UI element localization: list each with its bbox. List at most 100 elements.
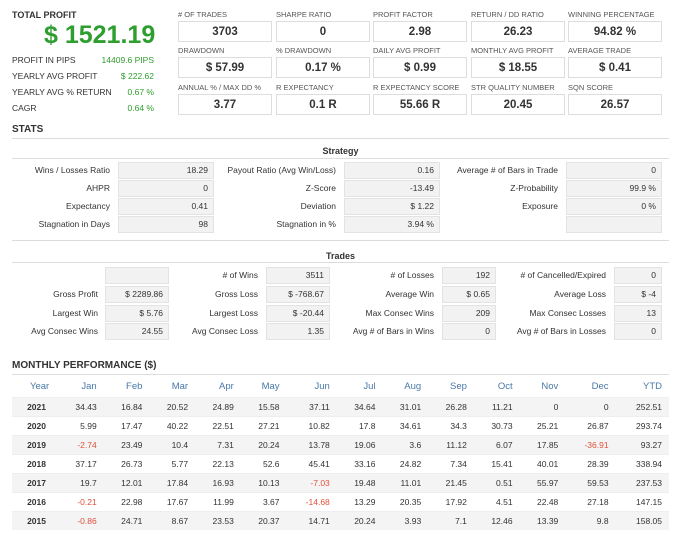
table-cell: 12.01 — [103, 472, 150, 492]
metric-label: AVERAGE TRADE — [568, 46, 632, 55]
metric-label: WINNING PERCENTAGE — [568, 10, 655, 19]
stat-value: 3.94 % — [344, 216, 440, 233]
col-header: Jun — [314, 381, 330, 393]
table-cell: 0 — [565, 396, 616, 416]
metric-value: $ 0.99 — [373, 57, 467, 78]
table-cell: 17.92 — [428, 491, 474, 511]
table-cell: 16.84 — [103, 396, 150, 416]
table-cell: 0.51 — [473, 472, 520, 492]
metric-label: ANNUAL % / MAX DD % — [178, 83, 262, 92]
metric-label: STR QUALITY NUMBER — [471, 83, 555, 92]
table-cell: 25.21 — [519, 415, 566, 435]
stat-label: Expectancy — [66, 201, 110, 211]
table-cell: 37.11 — [286, 396, 337, 416]
table-cell: 158.05 — [615, 510, 669, 530]
table-cell: 20.24 — [240, 434, 287, 454]
trade-value: 0 — [614, 267, 662, 284]
table-cell: 0 — [519, 396, 566, 416]
trade-value: 13 — [614, 305, 662, 322]
metric-value: 3.77 — [178, 94, 272, 115]
trade-label: Max Consec Wins — [365, 308, 435, 318]
table-cell: 13.78 — [286, 434, 337, 454]
table-row: 2019 -2.74 23.49 10.4 7.31 20.24 13.78 19.06 3.6… — [12, 434, 669, 454]
summary-row-value: $ 222.62 — [120, 71, 154, 81]
metric-value: 0 — [276, 21, 370, 42]
metric-value: $ 57.99 — [178, 57, 272, 78]
table-cell: 147.15 — [615, 491, 669, 511]
metric-value: 0.17 % — [276, 57, 370, 78]
table-cell: 26.87 — [565, 415, 616, 435]
table-cell: 37.17 — [58, 453, 104, 473]
table-cell: 20.52 — [149, 396, 196, 416]
table-cell: 293.74 — [615, 415, 669, 435]
stat-value: 99.9 % — [566, 180, 662, 197]
table-cell: 34.43 — [58, 396, 104, 416]
trade-value: $ 5.76 — [105, 305, 169, 322]
trade-label: Average Loss — [554, 289, 606, 299]
stat-value: 0.16 — [344, 162, 440, 179]
table-cell: 11.01 — [382, 472, 429, 492]
table-cell: 34.61 — [382, 415, 429, 435]
year-cell: 2015 — [12, 510, 58, 530]
table-cell: 26.28 — [428, 396, 474, 416]
table-cell: 17.85 — [519, 434, 566, 454]
table-cell: 5.77 — [149, 453, 196, 473]
total-profit-value: $ 1521.19 — [44, 21, 156, 49]
table-cell: 7.31 — [195, 434, 241, 454]
table-cell: 27.18 — [565, 491, 616, 511]
table-cell: 55.97 — [519, 472, 566, 492]
trade-label: Avg Consec Wins — [31, 326, 98, 336]
stat-label: Payout Ratio (Avg Win/Loss) — [227, 165, 337, 175]
table-cell: 21.45 — [428, 472, 474, 492]
table-cell: 22.13 — [195, 453, 241, 473]
table-cell: 237.53 — [615, 472, 669, 492]
stat-value: 0.41 — [118, 198, 214, 215]
trade-label: Avg # of Bars in Wins — [352, 326, 434, 336]
table-cell: 10.13 — [240, 472, 287, 492]
table-cell: 40.22 — [149, 415, 196, 435]
metric-label: PROFIT FACTOR — [373, 10, 433, 19]
table-cell: 20.35 — [382, 491, 429, 511]
table-row: 2016 -0.21 22.98 17.67 11.99 3.67 -14.68 13.29 2… — [12, 491, 669, 511]
table-row: 2021 34.43 16.84 20.52 24.89 15.58 37.11 34.64 3… — [12, 396, 669, 416]
col-header: Nov — [541, 381, 559, 393]
table-cell: 24.71 — [103, 510, 150, 530]
trade-value: 24.55 — [105, 323, 169, 340]
stat-label: Wins / Losses Ratio — [34, 165, 110, 175]
metric-card: SQN SCORE 26.57 — [568, 83, 662, 116]
stat-label: Deviation — [300, 201, 336, 211]
stat-value: 0 — [118, 180, 214, 197]
table-row: 2017 19.7 12.01 17.84 16.93 10.13 -7.03 19.48 11… — [12, 472, 669, 492]
table-cell: 11.21 — [473, 396, 520, 416]
trade-value: 0 — [442, 323, 496, 340]
metric-label: % DRAWDOWN — [276, 46, 332, 55]
metric-card: SHARPE RATIO 0 — [276, 10, 370, 43]
metric-card: % DRAWDOWN 0.17 % — [276, 46, 370, 79]
summary-row-label: YEARLY AVG PROFIT — [12, 71, 98, 81]
table-cell: 3.6 — [382, 434, 429, 454]
trade-value: 0 — [614, 323, 662, 340]
table-cell: 45.41 — [286, 453, 337, 473]
trade-value — [105, 267, 169, 284]
summary-row-label: PROFIT IN PIPS — [12, 55, 76, 65]
col-header: Year — [30, 381, 50, 393]
table-cell: 59.53 — [565, 472, 616, 492]
metric-label: DAILY AVG PROFIT — [373, 46, 441, 55]
trade-label: Largest Win — [52, 308, 98, 318]
trade-label: # of Wins — [222, 270, 258, 280]
trade-label: Avg # of Bars in Losses — [516, 326, 606, 336]
trade-value: $ 0.65 — [442, 286, 496, 303]
table-cell: 10.4 — [149, 434, 196, 454]
metric-label: SHARPE RATIO — [276, 10, 332, 19]
table-cell: 22.51 — [195, 415, 241, 435]
total-profit-label: TOTAL PROFIT — [12, 10, 77, 20]
table-row: 2015 -0.86 24.71 8.67 23.53 20.37 14.71 20.24 3.… — [12, 510, 669, 530]
table-cell: 3.93 — [382, 510, 429, 530]
summary-row: PROFIT IN PIPS 14409.6 PIPS — [12, 55, 154, 65]
strategy-divider — [12, 158, 669, 159]
table-header-row: Year Jan Feb Mar Apr May Jun Jul Aug Sep… — [12, 377, 669, 397]
metric-card: DRAWDOWN $ 57.99 — [178, 46, 272, 79]
table-cell: 34.64 — [336, 396, 383, 416]
summary-row-value: 0.67 % — [127, 87, 154, 97]
metric-card: MONTHLY AVG PROFIT $ 18.55 — [471, 46, 565, 79]
